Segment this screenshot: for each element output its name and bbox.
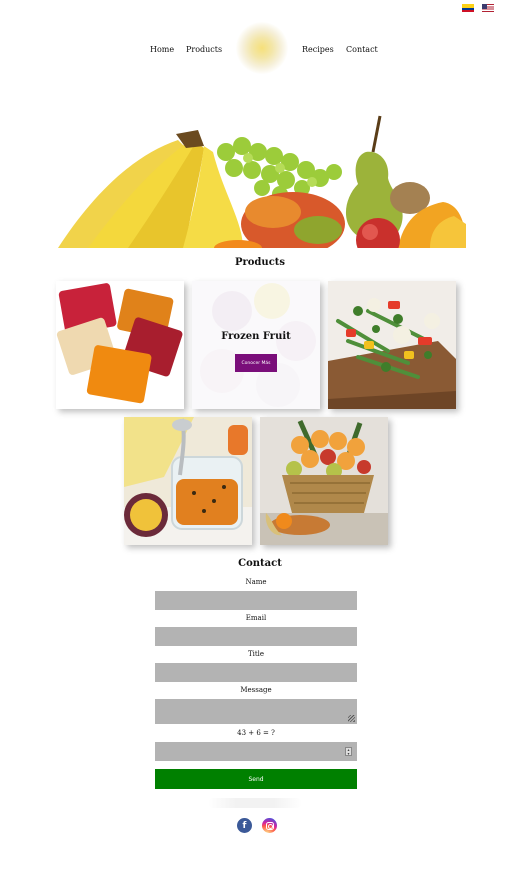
captcha-input[interactable]: ▴ ▾ [155,742,357,761]
learn-more-button[interactable]: Conocer Más [235,354,277,372]
faded-divider [208,798,302,808]
language-switcher [462,4,494,12]
instagram-icon[interactable] [262,818,277,833]
product-tile-frozen-vegetables[interactable] [328,281,456,409]
message-textarea[interactable] [155,699,357,724]
email-input[interactable] [155,627,357,646]
passion-fruit-jam-image [124,417,252,545]
name-input[interactable] [155,591,357,610]
nav-products-link[interactable]: Products [186,45,222,54]
product-tile-jam[interactable] [124,417,252,545]
facebook-icon[interactable]: f [237,818,252,833]
product-tile-fruit-pulp[interactable] [56,281,184,409]
camera-glyph [265,821,274,830]
captcha-label: 43 + 6 = ? [237,729,275,737]
hero-fruit-banner [58,112,466,248]
frozen-vegetables-image [328,281,456,409]
title-label: Title [247,650,265,658]
name-label: Name [245,578,267,586]
product-tile-fruit-basket[interactable] [260,417,388,545]
send-button[interactable]: Send [155,769,357,789]
frozen-fruit-title: Frozen Fruit [221,331,291,342]
contact-heading: Contact [238,558,282,569]
us-flag-icon[interactable] [482,4,494,12]
sun-logo-icon[interactable] [236,22,288,74]
colombia-flag-icon[interactable] [462,4,474,12]
frozen-fruit-image [192,281,320,409]
product-tile-frozen-fruit[interactable]: Frozen Fruit Conocer Más [192,281,320,409]
nav-contact-link[interactable]: Contact [346,45,378,54]
fruit-gift-basket-image [260,417,388,545]
nav-home-link[interactable]: Home [150,45,174,54]
nav-recipes-link[interactable]: Recipes [302,45,334,54]
products-heading: Products [234,257,286,268]
resize-handle-icon[interactable] [348,715,355,722]
fruit-pulp-packets-image [56,281,184,409]
number-spinner-icon[interactable]: ▴ ▾ [345,747,352,756]
message-label: Message [240,686,272,694]
title-input[interactable] [155,663,357,682]
main-nav: Home Products Recipes Contact [0,22,520,74]
email-label: Email [245,614,267,622]
